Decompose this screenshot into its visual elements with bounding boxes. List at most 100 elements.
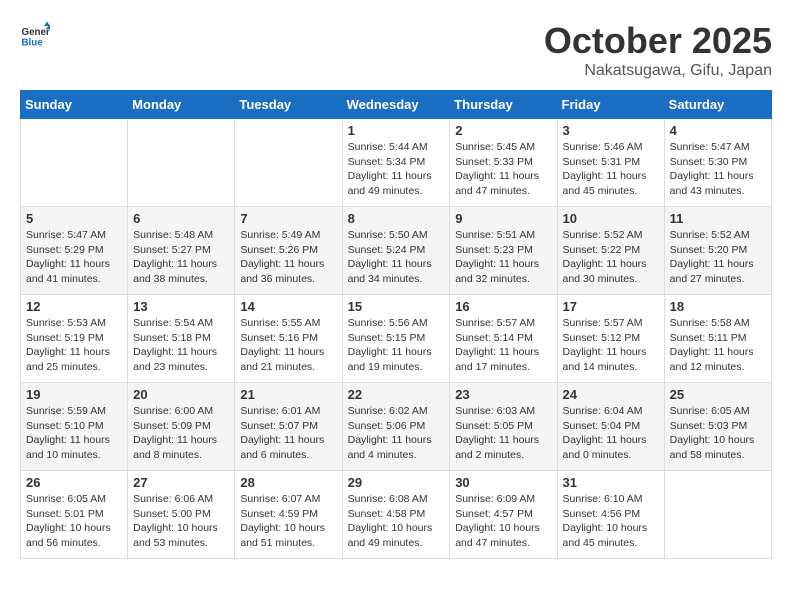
calendar-cell: 11 Sunrise: 5:52 AM Sunset: 5:20 PM Dayli… [664, 207, 771, 295]
calendar-cell: 9 Sunrise: 5:51 AM Sunset: 5:23 PM Daylig… [450, 207, 557, 295]
calendar-cell: 3 Sunrise: 5:46 AM Sunset: 5:31 PM Daylig… [557, 119, 664, 207]
calendar-week-row: 26Sunrise: 6:05 AM Sunset: 5:01 PM Dayli… [21, 471, 772, 559]
day-number: 13 [133, 299, 229, 314]
weekday-header-sunday: Sunday [21, 91, 128, 119]
day-number: 5 [26, 211, 122, 226]
day-number: 15 [348, 299, 445, 314]
calendar-cell: 4 Sunrise: 5:47 AM Sunset: 5:30 PM Daylig… [664, 119, 771, 207]
day-info: Sunrise: 5:59 AM Sunset: 5:10 PM Dayligh… [26, 404, 122, 463]
day-info: Sunrise: 5:47 AM Sunset: 5:30 PM Dayligh… [670, 140, 766, 199]
logo-icon: General Blue [20, 20, 50, 50]
calendar-cell: 20 Sunrise: 6:00 AM Sunset: 5:09 PM Dayli… [128, 383, 235, 471]
calendar-cell: 1Sunrise: 5:44 AM Sunset: 5:34 PM Daylig… [342, 119, 450, 207]
day-info: Sunrise: 5:57 AM Sunset: 5:12 PM Dayligh… [563, 316, 659, 375]
day-info: Sunrise: 5:58 AM Sunset: 5:11 PM Dayligh… [670, 316, 766, 375]
calendar-cell: 30 Sunrise: 6:09 AM Sunset: 4:57 PM Dayli… [450, 471, 557, 559]
day-info: Sunrise: 5:55 AM Sunset: 5:16 PM Dayligh… [240, 316, 336, 375]
weekday-header-monday: Monday [128, 91, 235, 119]
day-number: 26 [26, 475, 122, 490]
calendar-cell: 6 Sunrise: 5:48 AM Sunset: 5:27 PM Daylig… [128, 207, 235, 295]
weekday-header-thursday: Thursday [450, 91, 557, 119]
calendar-cell [21, 119, 128, 207]
day-info: Sunrise: 5:47 AM Sunset: 5:29 PM Dayligh… [26, 228, 122, 287]
calendar-cell: 17 Sunrise: 5:57 AM Sunset: 5:12 PM Dayli… [557, 295, 664, 383]
day-number: 21 [240, 387, 336, 402]
calendar-cell: 31 Sunrise: 6:10 AM Sunset: 4:56 PM Dayli… [557, 471, 664, 559]
day-number: 11 [670, 211, 766, 226]
calendar-cell: 24Sunrise: 6:04 AM Sunset: 5:04 PM Dayli… [557, 383, 664, 471]
day-info: Sunrise: 6:05 AM Sunset: 5:03 PM Dayligh… [670, 404, 766, 463]
calendar-cell: 2 Sunrise: 5:45 AM Sunset: 5:33 PM Daylig… [450, 119, 557, 207]
day-number: 28 [240, 475, 336, 490]
weekday-header-tuesday: Tuesday [235, 91, 342, 119]
day-number: 22 [348, 387, 445, 402]
day-number: 31 [563, 475, 659, 490]
day-number: 2 [455, 123, 551, 138]
day-number: 9 [455, 211, 551, 226]
calendar-cell: 23Sunrise: 6:03 AM Sunset: 5:05 PM Dayli… [450, 383, 557, 471]
calendar-cell: 19 Sunrise: 5:59 AM Sunset: 5:10 PM Dayli… [21, 383, 128, 471]
calendar-cell [664, 471, 771, 559]
calendar-cell: 28Sunrise: 6:07 AM Sunset: 4:59 PM Dayli… [235, 471, 342, 559]
calendar-cell: 29 Sunrise: 6:08 AM Sunset: 4:58 PM Dayli… [342, 471, 450, 559]
day-info: Sunrise: 5:53 AM Sunset: 5:19 PM Dayligh… [26, 316, 122, 375]
weekday-header-wednesday: Wednesday [342, 91, 450, 119]
calendar-table: SundayMondayTuesdayWednesdayThursdayFrid… [20, 90, 772, 559]
svg-text:General: General [22, 27, 51, 38]
day-info: Sunrise: 5:45 AM Sunset: 5:33 PM Dayligh… [455, 140, 551, 199]
svg-text:Blue: Blue [22, 38, 44, 49]
day-info: Sunrise: 6:06 AM Sunset: 5:00 PM Dayligh… [133, 492, 229, 551]
weekday-header-saturday: Saturday [664, 91, 771, 119]
day-info: Sunrise: 5:52 AM Sunset: 5:20 PM Dayligh… [670, 228, 766, 287]
weekday-header-friday: Friday [557, 91, 664, 119]
day-info: Sunrise: 5:52 AM Sunset: 5:22 PM Dayligh… [563, 228, 659, 287]
calendar-cell: 26Sunrise: 6:05 AM Sunset: 5:01 PM Dayli… [21, 471, 128, 559]
day-number: 10 [563, 211, 659, 226]
day-number: 17 [563, 299, 659, 314]
calendar-cell: 5 Sunrise: 5:47 AM Sunset: 5:29 PM Daylig… [21, 207, 128, 295]
day-info: Sunrise: 5:50 AM Sunset: 5:24 PM Dayligh… [348, 228, 445, 287]
day-number: 6 [133, 211, 229, 226]
day-info: Sunrise: 6:00 AM Sunset: 5:09 PM Dayligh… [133, 404, 229, 463]
day-info: Sunrise: 5:44 AM Sunset: 5:34 PM Dayligh… [348, 140, 445, 199]
day-number: 19 [26, 387, 122, 402]
day-number: 7 [240, 211, 336, 226]
calendar-cell: 12 Sunrise: 5:53 AM Sunset: 5:19 PM Dayli… [21, 295, 128, 383]
day-info: Sunrise: 5:56 AM Sunset: 5:15 PM Dayligh… [348, 316, 445, 375]
calendar-cell: 18 Sunrise: 5:58 AM Sunset: 5:11 PM Dayli… [664, 295, 771, 383]
day-number: 29 [348, 475, 445, 490]
calendar-cell [128, 119, 235, 207]
day-info: Sunrise: 6:08 AM Sunset: 4:58 PM Dayligh… [348, 492, 445, 551]
day-info: Sunrise: 6:10 AM Sunset: 4:56 PM Dayligh… [563, 492, 659, 551]
calendar-cell: 15 Sunrise: 5:56 AM Sunset: 5:15 PM Dayli… [342, 295, 450, 383]
day-number: 20 [133, 387, 229, 402]
location-title: Nakatsugawa, Gifu, Japan [544, 62, 772, 80]
calendar-cell: 22 Sunrise: 6:02 AM Sunset: 5:06 PM Dayli… [342, 383, 450, 471]
day-info: Sunrise: 5:46 AM Sunset: 5:31 PM Dayligh… [563, 140, 659, 199]
day-info: Sunrise: 5:57 AM Sunset: 5:14 PM Dayligh… [455, 316, 551, 375]
day-number: 16 [455, 299, 551, 314]
calendar-week-row: 12 Sunrise: 5:53 AM Sunset: 5:19 PM Dayli… [21, 295, 772, 383]
day-info: Sunrise: 6:02 AM Sunset: 5:06 PM Dayligh… [348, 404, 445, 463]
day-number: 18 [670, 299, 766, 314]
logo: General Blue [20, 20, 50, 50]
day-info: Sunrise: 6:09 AM Sunset: 4:57 PM Dayligh… [455, 492, 551, 551]
page-header: General Blue October 2025 Nakatsugawa, G… [20, 20, 772, 80]
day-number: 8 [348, 211, 445, 226]
day-number: 4 [670, 123, 766, 138]
calendar-cell: 14 Sunrise: 5:55 AM Sunset: 5:16 PM Dayli… [235, 295, 342, 383]
day-number: 12 [26, 299, 122, 314]
calendar-cell: 16 Sunrise: 5:57 AM Sunset: 5:14 PM Dayli… [450, 295, 557, 383]
day-info: Sunrise: 5:54 AM Sunset: 5:18 PM Dayligh… [133, 316, 229, 375]
calendar-cell: 8 Sunrise: 5:50 AM Sunset: 5:24 PM Daylig… [342, 207, 450, 295]
day-number: 25 [670, 387, 766, 402]
day-info: Sunrise: 6:01 AM Sunset: 5:07 PM Dayligh… [240, 404, 336, 463]
calendar-cell: 10 Sunrise: 5:52 AM Sunset: 5:22 PM Dayli… [557, 207, 664, 295]
day-info: Sunrise: 5:51 AM Sunset: 5:23 PM Dayligh… [455, 228, 551, 287]
calendar-cell: 21 Sunrise: 6:01 AM Sunset: 5:07 PM Dayli… [235, 383, 342, 471]
day-info: Sunrise: 5:48 AM Sunset: 5:27 PM Dayligh… [133, 228, 229, 287]
day-number: 3 [563, 123, 659, 138]
day-number: 14 [240, 299, 336, 314]
day-number: 30 [455, 475, 551, 490]
day-info: Sunrise: 6:03 AM Sunset: 5:05 PM Dayligh… [455, 404, 551, 463]
